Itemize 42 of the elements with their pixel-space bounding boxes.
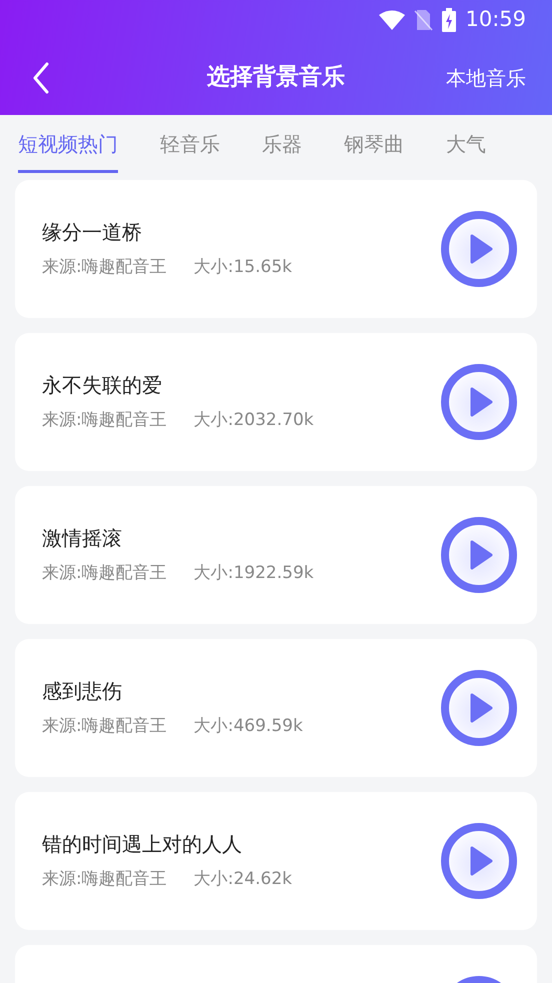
song-card[interactable]: 激情摇滚 来源:嗨趣配音王 大小:1922.59k — [15, 486, 537, 624]
clock-time: 10:59 — [465, 6, 526, 34]
tab[interactable]: 短视频热门 — [18, 115, 118, 173]
play-icon — [439, 515, 519, 595]
song-title: 激情摇滚 — [42, 525, 123, 552]
tab[interactable]: 大气 — [446, 115, 486, 173]
song-size: 大小:469.59k — [194, 715, 303, 738]
song-source: 来源:嗨趣配音王 — [42, 409, 167, 432]
song-source: 来源:嗨趣配音王 — [42, 562, 167, 586]
local-music-button[interactable]: 本地音乐 — [446, 62, 526, 92]
page-title: 选择背景音乐 — [207, 64, 345, 90]
song-title: 永不失联的爱 — [42, 372, 163, 400]
tab[interactable]: 钢琴曲 — [344, 115, 404, 173]
song-size: 大小:2032.70k — [194, 409, 314, 432]
play-icon — [439, 668, 519, 748]
battery-charging-icon — [441, 8, 458, 32]
play-button[interactable] — [439, 209, 519, 289]
play-button[interactable] — [439, 515, 519, 595]
play-icon — [439, 209, 519, 289]
song-size: 大小:24.62k — [194, 868, 292, 892]
song-card[interactable]: 错的时间遇上对的人人 来源:嗨趣配音王 大小:24.62k — [15, 792, 537, 930]
play-button[interactable] — [439, 668, 519, 748]
tab[interactable]: 轻音乐 — [160, 115, 220, 173]
back-icon — [32, 62, 50, 94]
play-icon — [439, 362, 519, 442]
no-sim-icon — [413, 9, 434, 31]
song-source: 来源:嗨趣配音王 — [42, 715, 167, 738]
song-card[interactable]: 缘分一道桥 来源:嗨趣配音王 大小:15.65k — [15, 180, 537, 318]
wifi-icon — [379, 10, 406, 30]
play-button[interactable] — [439, 821, 519, 901]
play-icon — [439, 821, 519, 901]
song-title: 缘分一道桥 — [42, 219, 143, 246]
song-card[interactable]: 永不失联的爱 来源:嗨趣配音王 大小:2032.70k — [15, 333, 537, 471]
song-size: 大小:15.65k — [194, 256, 292, 280]
song-title: 感到悲伤 — [42, 678, 123, 706]
song-card[interactable]: 感到悲伤 来源:嗨趣配音王 大小:469.59k — [15, 639, 537, 777]
song-source: 来源:嗨趣配音王 — [42, 256, 167, 280]
play-button[interactable] — [439, 362, 519, 442]
tab[interactable]: 乐器 — [262, 115, 302, 173]
song-title: 错的时间遇上对的人人 — [42, 831, 243, 858]
song-size: 大小:1922.59k — [194, 562, 314, 586]
song-source: 来源:嗨趣配音王 — [42, 868, 167, 892]
